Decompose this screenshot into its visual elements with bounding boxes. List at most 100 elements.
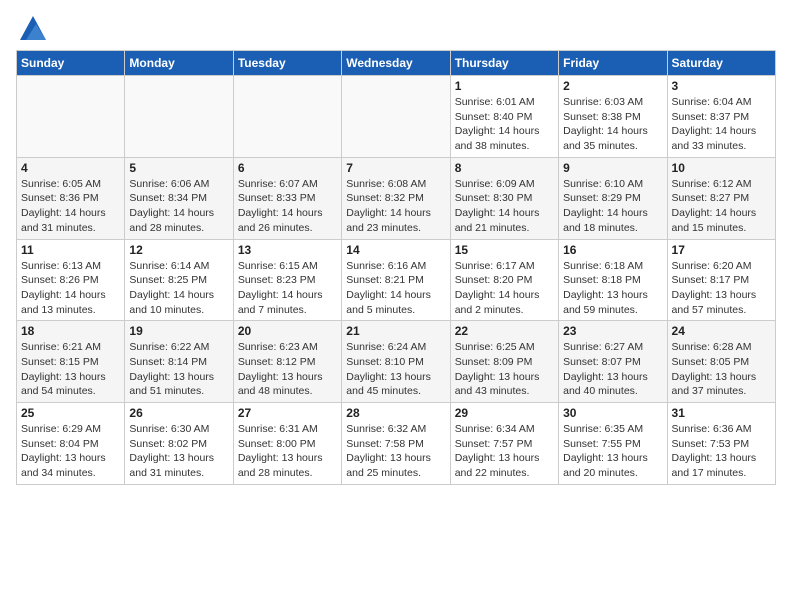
calendar-cell: 19 Sunrise: 6:22 AM Sunset: 8:14 PM Dayli… — [125, 321, 233, 403]
day-info: Sunrise: 6:06 AM Sunset: 8:34 PM Dayligh… — [129, 177, 228, 236]
calendar-cell: 9 Sunrise: 6:10 AM Sunset: 8:29 PM Daylig… — [559, 157, 667, 239]
day-info: Sunrise: 6:27 AM Sunset: 8:07 PM Dayligh… — [563, 340, 662, 399]
day-number: 26 — [129, 406, 228, 420]
day-info: Sunrise: 6:22 AM Sunset: 8:14 PM Dayligh… — [129, 340, 228, 399]
day-number: 21 — [346, 324, 445, 338]
day-info: Sunrise: 6:07 AM Sunset: 8:33 PM Dayligh… — [238, 177, 337, 236]
day-number: 5 — [129, 161, 228, 175]
week-row-4: 25Sunrise: 6:29 AM Sunset: 8:04 PM Dayli… — [17, 403, 776, 485]
calendar-cell: 28 Sunrise: 6:32 AM Sunset: 7:58 PM Dayli… — [342, 403, 450, 485]
day-number: 8 — [455, 161, 554, 175]
day-number: 10 — [672, 161, 771, 175]
day-header-tuesday: Tuesday — [233, 51, 341, 76]
day-header-thursday: Thursday — [450, 51, 558, 76]
day-info: Sunrise: 6:01 AM Sunset: 8:40 PM Dayligh… — [455, 95, 554, 154]
calendar-cell — [17, 76, 125, 158]
calendar-cell: 17Sunrise: 6:20 AM Sunset: 8:17 PM Dayli… — [667, 239, 775, 321]
day-info: Sunrise: 6:08 AM Sunset: 8:32 PM Dayligh… — [346, 177, 445, 236]
calendar-cell: 7 Sunrise: 6:08 AM Sunset: 8:32 PM Daylig… — [342, 157, 450, 239]
day-info: Sunrise: 6:21 AM Sunset: 8:15 PM Dayligh… — [21, 340, 120, 399]
day-info: Sunrise: 6:13 AM Sunset: 8:26 PM Dayligh… — [21, 259, 120, 318]
day-info: Sunrise: 6:03 AM Sunset: 8:38 PM Dayligh… — [563, 95, 662, 154]
calendar-table: SundayMondayTuesdayWednesdayThursdayFrid… — [16, 50, 776, 485]
day-number: 18 — [21, 324, 120, 338]
calendar-cell: 24Sunrise: 6:28 AM Sunset: 8:05 PM Dayli… — [667, 321, 775, 403]
day-info: Sunrise: 6:16 AM Sunset: 8:21 PM Dayligh… — [346, 259, 445, 318]
day-header-sunday: Sunday — [17, 51, 125, 76]
header-row: SundayMondayTuesdayWednesdayThursdayFrid… — [17, 51, 776, 76]
day-header-friday: Friday — [559, 51, 667, 76]
day-number: 6 — [238, 161, 337, 175]
day-info: Sunrise: 6:31 AM Sunset: 8:00 PM Dayligh… — [238, 422, 337, 481]
day-info: Sunrise: 6:34 AM Sunset: 7:57 PM Dayligh… — [455, 422, 554, 481]
day-header-monday: Monday — [125, 51, 233, 76]
calendar-cell: 27 Sunrise: 6:31 AM Sunset: 8:00 PM Dayli… — [233, 403, 341, 485]
day-number: 20 — [238, 324, 337, 338]
day-number: 7 — [346, 161, 445, 175]
day-number: 1 — [455, 79, 554, 93]
calendar-cell: 12 Sunrise: 6:14 AM Sunset: 8:25 PM Dayli… — [125, 239, 233, 321]
day-number: 4 — [21, 161, 120, 175]
week-row-2: 11 Sunrise: 6:13 AM Sunset: 8:26 PM Dayli… — [17, 239, 776, 321]
day-number: 24 — [672, 324, 771, 338]
calendar-cell: 18 Sunrise: 6:21 AM Sunset: 8:15 PM Dayli… — [17, 321, 125, 403]
day-info: Sunrise: 6:05 AM Sunset: 8:36 PM Dayligh… — [21, 177, 120, 236]
day-number: 2 — [563, 79, 662, 93]
calendar-cell: 29 Sunrise: 6:34 AM Sunset: 7:57 PM Dayli… — [450, 403, 558, 485]
calendar-cell: 8 Sunrise: 6:09 AM Sunset: 8:30 PM Daylig… — [450, 157, 558, 239]
page: SundayMondayTuesdayWednesdayThursdayFrid… — [0, 0, 792, 497]
day-info: Sunrise: 6:04 AM Sunset: 8:37 PM Dayligh… — [672, 95, 771, 154]
day-number: 16 — [563, 243, 662, 257]
logo — [16, 12, 48, 42]
day-header-wednesday: Wednesday — [342, 51, 450, 76]
calendar-cell: 3 Sunrise: 6:04 AM Sunset: 8:37 PM Daylig… — [667, 76, 775, 158]
day-number: 31 — [672, 406, 771, 420]
day-number: 27 — [238, 406, 337, 420]
day-info: Sunrise: 6:09 AM Sunset: 8:30 PM Dayligh… — [455, 177, 554, 236]
day-number: 3 — [672, 79, 771, 93]
day-number: 19 — [129, 324, 228, 338]
calendar-cell: 4 Sunrise: 6:05 AM Sunset: 8:36 PM Daylig… — [17, 157, 125, 239]
day-number: 13 — [238, 243, 337, 257]
week-row-3: 18 Sunrise: 6:21 AM Sunset: 8:15 PM Dayli… — [17, 321, 776, 403]
day-info: Sunrise: 6:36 AM Sunset: 7:53 PM Dayligh… — [672, 422, 771, 481]
calendar-cell: 16 Sunrise: 6:18 AM Sunset: 8:18 PM Dayli… — [559, 239, 667, 321]
day-number: 28 — [346, 406, 445, 420]
day-info: Sunrise: 6:20 AM Sunset: 8:17 PM Dayligh… — [672, 259, 771, 318]
day-number: 23 — [563, 324, 662, 338]
calendar-cell — [342, 76, 450, 158]
calendar-header: SundayMondayTuesdayWednesdayThursdayFrid… — [17, 51, 776, 76]
day-number: 12 — [129, 243, 228, 257]
calendar-cell: 1 Sunrise: 6:01 AM Sunset: 8:40 PM Daylig… — [450, 76, 558, 158]
logo-text-block — [16, 12, 48, 42]
day-number: 29 — [455, 406, 554, 420]
day-info: Sunrise: 6:29 AM Sunset: 8:04 PM Dayligh… — [21, 422, 120, 481]
calendar-cell: 13 Sunrise: 6:15 AM Sunset: 8:23 PM Dayli… — [233, 239, 341, 321]
calendar-cell — [233, 76, 341, 158]
day-header-saturday: Saturday — [667, 51, 775, 76]
day-info: Sunrise: 6:18 AM Sunset: 8:18 PM Dayligh… — [563, 259, 662, 318]
calendar-cell: 25Sunrise: 6:29 AM Sunset: 8:04 PM Dayli… — [17, 403, 125, 485]
calendar-cell: 30Sunrise: 6:35 AM Sunset: 7:55 PM Dayli… — [559, 403, 667, 485]
day-info: Sunrise: 6:17 AM Sunset: 8:20 PM Dayligh… — [455, 259, 554, 318]
day-info: Sunrise: 6:23 AM Sunset: 8:12 PM Dayligh… — [238, 340, 337, 399]
header — [16, 12, 776, 42]
day-number: 30 — [563, 406, 662, 420]
day-number: 22 — [455, 324, 554, 338]
calendar-cell: 22 Sunrise: 6:25 AM Sunset: 8:09 PM Dayli… — [450, 321, 558, 403]
day-info: Sunrise: 6:32 AM Sunset: 7:58 PM Dayligh… — [346, 422, 445, 481]
day-info: Sunrise: 6:12 AM Sunset: 8:27 PM Dayligh… — [672, 177, 771, 236]
week-row-0: 1 Sunrise: 6:01 AM Sunset: 8:40 PM Daylig… — [17, 76, 776, 158]
calendar-cell: 15Sunrise: 6:17 AM Sunset: 8:20 PM Dayli… — [450, 239, 558, 321]
day-info: Sunrise: 6:15 AM Sunset: 8:23 PM Dayligh… — [238, 259, 337, 318]
day-info: Sunrise: 6:25 AM Sunset: 8:09 PM Dayligh… — [455, 340, 554, 399]
calendar-cell: 23 Sunrise: 6:27 AM Sunset: 8:07 PM Dayli… — [559, 321, 667, 403]
day-info: Sunrise: 6:30 AM Sunset: 8:02 PM Dayligh… — [129, 422, 228, 481]
day-info: Sunrise: 6:14 AM Sunset: 8:25 PM Dayligh… — [129, 259, 228, 318]
calendar-cell: 2 Sunrise: 6:03 AM Sunset: 8:38 PM Daylig… — [559, 76, 667, 158]
day-info: Sunrise: 6:10 AM Sunset: 8:29 PM Dayligh… — [563, 177, 662, 236]
day-number: 11 — [21, 243, 120, 257]
day-number: 9 — [563, 161, 662, 175]
week-row-1: 4 Sunrise: 6:05 AM Sunset: 8:36 PM Daylig… — [17, 157, 776, 239]
calendar-cell: 20 Sunrise: 6:23 AM Sunset: 8:12 PM Dayli… — [233, 321, 341, 403]
